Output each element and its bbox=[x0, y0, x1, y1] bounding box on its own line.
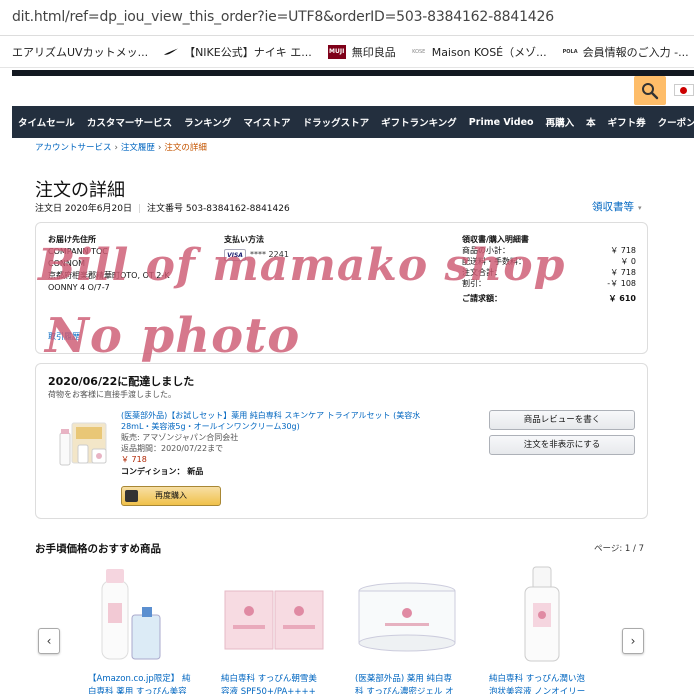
product-title-line: 科 すっぴん濃密ジェル オ bbox=[355, 687, 454, 694]
breadcrumb-link[interactable]: アカウントサービス bbox=[35, 143, 112, 153]
bookmark-label: 会員情報のご入力 -... bbox=[582, 45, 689, 59]
watermark-text: Bill of mamako shop bbox=[38, 240, 566, 291]
nav-item[interactable]: ギフト券 bbox=[608, 115, 646, 129]
buy-again-icon bbox=[125, 490, 138, 502]
bookmark-label: 【NIKE公式】ナイキ エ... bbox=[184, 45, 312, 59]
search-button[interactable] bbox=[634, 76, 666, 105]
recommendations-title: お手頃価格のおすすめ商品 bbox=[35, 543, 161, 555]
bookmark-label: エアリズムUVカットメッ... bbox=[12, 45, 149, 59]
bookmark-item[interactable]: 【NIKE公式】ナイキ エ... bbox=[164, 44, 312, 60]
carousel-next-button[interactable]: › bbox=[622, 628, 644, 654]
recommended-product[interactable]: 【Amazon.co.jp限定】 純 白専科 薬用 すっぴん美容 bbox=[88, 563, 198, 694]
shipment-box: 2020/06/22に配達しました 荷物をお客様に直接手渡しました。 (医薬部外… bbox=[35, 363, 648, 519]
recommended-product[interactable]: 純白専科 すっぴん潤い泡 泡状美容液 ノンオイリー bbox=[489, 563, 599, 694]
hide-order-button[interactable]: 注文を非表示にする bbox=[489, 435, 635, 455]
grand-total-row: ご請求額： ￥ 610 bbox=[462, 293, 636, 304]
product-condition: コンディション： 新品 bbox=[121, 467, 204, 476]
page-title: 注文の詳細 bbox=[35, 180, 125, 201]
nav-item[interactable]: Prime Video bbox=[469, 117, 534, 128]
total-value: ￥ 718 bbox=[610, 246, 636, 255]
order-number: 注文番号 503-8384162-8841426 bbox=[147, 204, 290, 214]
carousel-page-indicator: ページ: 1 / 7 bbox=[594, 544, 644, 554]
bookmarks-bar: エアリズムUVカットメッ... 【NIKE公式】ナイキ エ... MUJI 無印… bbox=[0, 36, 694, 68]
total-value: ￥ 0 bbox=[620, 257, 636, 266]
url-text[interactable]: dit.html/ref=dp_iou_view_this_order?ie=U… bbox=[12, 9, 554, 25]
breadcrumb: アカウントサービス › 注文履歴 › 注文の詳細 bbox=[35, 141, 207, 153]
delivery-note: 荷物をお客様に直接手渡しました。 bbox=[48, 390, 176, 399]
product-title-line: 泡状美容液 ノンオイリー bbox=[489, 687, 586, 694]
buy-again-label: 再度購入 bbox=[155, 491, 187, 500]
nike-swoosh-icon bbox=[164, 48, 179, 55]
pola-logo-icon: POLA bbox=[562, 48, 578, 55]
carousel-prev-button[interactable]: ‹ bbox=[38, 628, 60, 654]
recommended-product[interactable]: 純白専科 すっぴん朝雪美 容液 SPF50+/PA++++ bbox=[221, 563, 331, 694]
bookmark-label: 無印良品 bbox=[351, 45, 396, 59]
watermark-text: No photo bbox=[45, 308, 301, 364]
invoice-link-label: 領収書等 bbox=[592, 201, 634, 213]
nav-item[interactable]: クーポン bbox=[658, 115, 694, 129]
nav-item[interactable]: ドラッグストア bbox=[303, 115, 370, 129]
product-image bbox=[358, 582, 456, 652]
product-title-link[interactable]: (医薬部外品)【お試しセット】薬用 純白専科 スキンケア トライアルセット (美… bbox=[121, 410, 451, 432]
delivery-status: 2020/06/22に配達しました bbox=[48, 375, 195, 388]
product-title-line: 純白専科 すっぴん朝雪美 bbox=[221, 674, 317, 684]
search-icon bbox=[642, 83, 659, 100]
write-review-button[interactable]: 商品レビューを書く bbox=[489, 410, 635, 430]
buy-again-button[interactable]: 再度購入 bbox=[121, 486, 221, 506]
total-value: ￥ 718 bbox=[610, 268, 636, 277]
product-title-line: 容液 SPF50+/PA++++ bbox=[221, 687, 316, 694]
kose-logo-icon: KOSE bbox=[412, 48, 426, 55]
breadcrumb-link[interactable]: 注文履歴 bbox=[121, 143, 155, 153]
address-bar[interactable]: dit.html/ref=dp_iou_view_this_order?ie=U… bbox=[0, 0, 694, 36]
invoice-dropdown[interactable]: 領収書等 ▾ bbox=[592, 199, 642, 214]
nav-item[interactable]: 本 bbox=[586, 115, 596, 129]
breadcrumb-separator: › bbox=[157, 143, 162, 153]
product-info: (医薬部外品)【お試しセット】薬用 純白専科 スキンケア トライアルセット (美… bbox=[121, 410, 451, 477]
product-title-line: 【Amazon.co.jp限定】 純 bbox=[88, 674, 191, 684]
order-meta: 注文日 2020年6月20日 | 注文番号 503-8384162-8841426 bbox=[35, 204, 290, 214]
breadcrumb-separator: › bbox=[114, 143, 118, 153]
return-period: 返品期間：2020/07/22まで bbox=[121, 444, 224, 453]
order-date: 注文日 2020年6月20日 bbox=[35, 204, 132, 214]
search-input[interactable] bbox=[12, 76, 694, 106]
nav-item[interactable]: 再購入 bbox=[546, 115, 575, 129]
nav-item[interactable]: マイストア bbox=[243, 115, 290, 129]
bookmark-label: Maison KOSÉ（メゾ... bbox=[431, 45, 547, 59]
main-nav: タイムセール カスタマーサービス ランキング マイストア ドラッグストア ギフト… bbox=[12, 106, 694, 138]
nav-item[interactable]: ギフトランキング bbox=[381, 115, 457, 129]
japan-flag-icon[interactable] bbox=[674, 84, 694, 96]
bookmark-item[interactable]: MUJI 無印良品 bbox=[327, 44, 396, 60]
product-image bbox=[224, 590, 324, 650]
product-image bbox=[101, 569, 161, 660]
bookmark-item[interactable]: エアリズムUVカットメッ... bbox=[12, 44, 148, 60]
product-seller: 販売: アマゾンジャパン合同会社 bbox=[121, 433, 239, 442]
recommended-product[interactable]: (医薬部外品) 薬用 純白専 科 すっぴん濃密ジェル オ bbox=[355, 563, 465, 694]
product-image[interactable] bbox=[54, 419, 114, 469]
chevron-left-icon: ‹ bbox=[46, 634, 52, 648]
breadcrumb-current: 注文の詳細 bbox=[164, 143, 207, 153]
nav-item[interactable]: ランキング bbox=[184, 115, 231, 129]
product-title-line: 白専科 薬用 すっぴん美容 bbox=[88, 687, 187, 694]
product-image bbox=[524, 566, 560, 662]
bookmark-item[interactable]: POLA 会員情報のご入力 -... bbox=[563, 44, 689, 60]
chevron-right-icon: › bbox=[630, 634, 636, 648]
grand-total-label: ご請求額： bbox=[462, 294, 502, 303]
product-title-line: 純白専科 すっぴん潤い泡 bbox=[489, 674, 585, 684]
product-price: ￥ 718 bbox=[121, 455, 147, 464]
total-value: -￥ 108 bbox=[607, 279, 636, 288]
bookmark-item[interactable]: KOSE Maison KOSÉ（メゾ... bbox=[412, 44, 547, 60]
product-title-line: (医薬部外品) 薬用 純白専 bbox=[355, 674, 453, 684]
chevron-down-icon: ▾ bbox=[638, 204, 642, 212]
muji-logo-icon: MUJI bbox=[327, 44, 346, 59]
grand-total-value: ￥ 610 bbox=[608, 294, 636, 303]
nav-item[interactable]: タイムセール bbox=[18, 115, 75, 129]
nav-item[interactable]: カスタマーサービス bbox=[87, 115, 172, 129]
